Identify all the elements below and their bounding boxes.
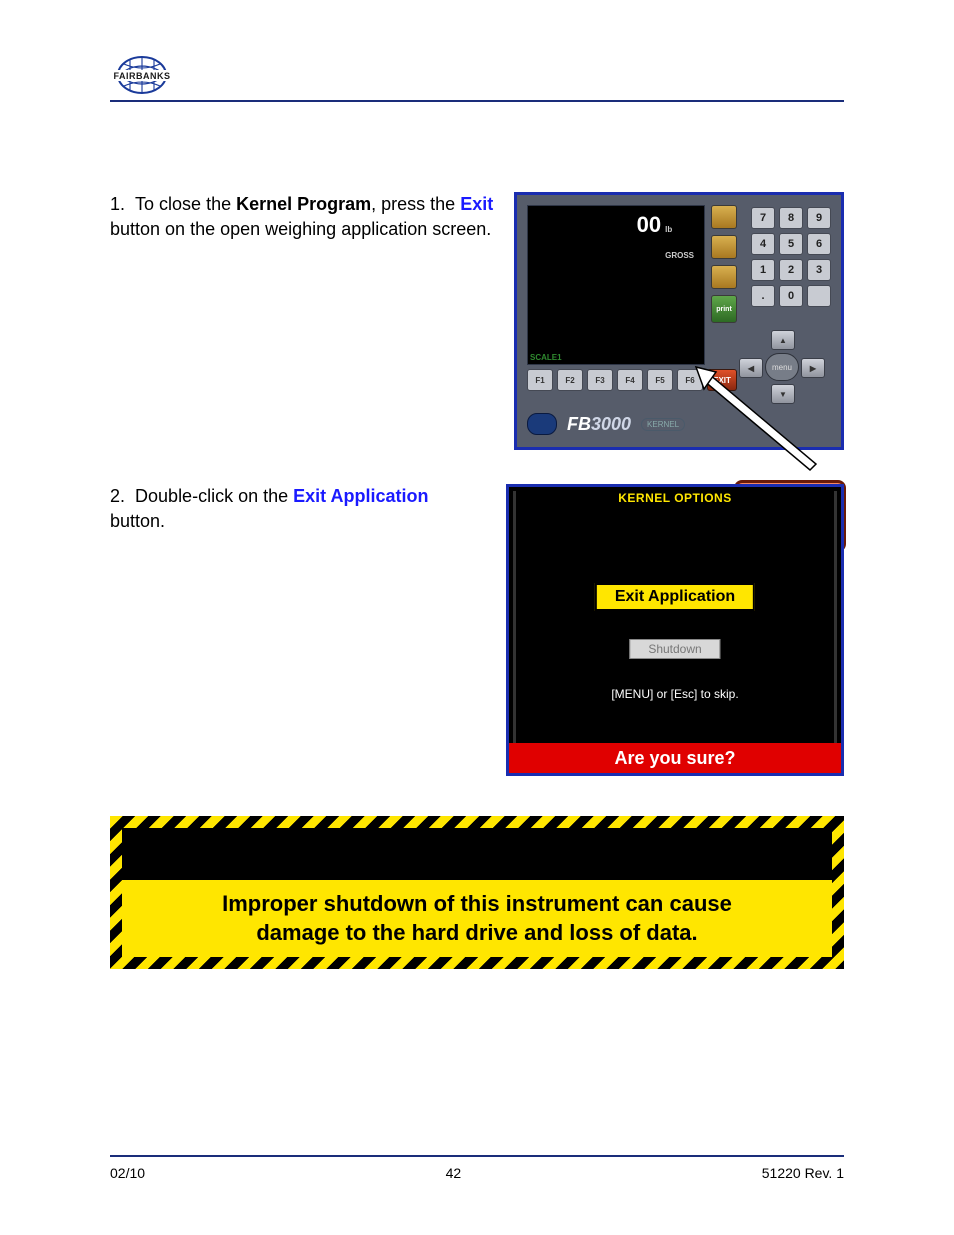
key-2[interactable]: 2: [779, 259, 803, 281]
footer-docref: 51220 Rev. 1: [762, 1165, 844, 1181]
side-button-column: print: [711, 205, 737, 323]
fb3000-screenshot: 00 lb GROSS SCALE1 print 7 8 9 4 5: [514, 192, 844, 450]
manual-page: FAIRBANKS 1. To close the Kernel Program…: [0, 0, 954, 1235]
dpad: ▲ ▼ ◀ ▶ menu: [739, 330, 825, 404]
f1-key[interactable]: F1: [527, 369, 553, 391]
side-button-2[interactable]: [711, 235, 737, 259]
kernel-options-title: KERNEL OPTIONS: [509, 491, 841, 505]
step-2-number: 2.: [110, 486, 125, 506]
step-1-row: 1. To close the Kernel Program, press th…: [110, 192, 844, 450]
scale-label: SCALE1: [530, 353, 562, 362]
shutdown-button[interactable]: Shutdown: [629, 639, 720, 659]
key-6[interactable]: 6: [807, 233, 831, 255]
key-dot[interactable]: .: [751, 285, 775, 307]
step-2-text: 2. Double-click on the Exit Application …: [110, 484, 486, 534]
confirm-bar: Are you sure?: [509, 743, 841, 773]
page-footer: 02/10 42 51220 Rev. 1: [110, 1155, 844, 1181]
brand-badge-icon: [527, 413, 557, 435]
warning-box: Improper shutdown of this instrument can…: [110, 816, 844, 969]
side-button-1[interactable]: [711, 205, 737, 229]
step-1-text: 1. To close the Kernel Program, press th…: [110, 192, 494, 450]
weighing-display: 00 lb GROSS SCALE1: [527, 205, 705, 365]
key-5[interactable]: 5: [779, 233, 803, 255]
f4-key[interactable]: F4: [617, 369, 643, 391]
numeric-keypad: 7 8 9 4 5 6 1 2 3 . 0: [751, 207, 831, 307]
step-2-row: 2. Double-click on the Exit Application …: [110, 484, 844, 776]
f2-key[interactable]: F2: [557, 369, 583, 391]
key-3[interactable]: 3: [807, 259, 831, 281]
key-1[interactable]: 1: [751, 259, 775, 281]
device-brand-row: FB3000 KERNEL: [527, 413, 685, 435]
key-9[interactable]: 9: [807, 207, 831, 229]
footer-page-number: 42: [446, 1165, 462, 1181]
key-4[interactable]: 4: [751, 233, 775, 255]
key-8[interactable]: 8: [779, 207, 803, 229]
weight-readout: 00 lb GROSS: [637, 212, 694, 264]
footer-date: 02/10: [110, 1165, 145, 1181]
key-blank[interactable]: [807, 285, 831, 307]
exit-application-button[interactable]: Exit Application: [595, 583, 755, 611]
exit-application-link: Exit Application: [293, 486, 428, 506]
f3-key[interactable]: F3: [587, 369, 613, 391]
side-button-3[interactable]: [711, 265, 737, 289]
exit-key[interactable]: EXIT: [707, 369, 737, 391]
warning-black-bar: [122, 828, 832, 880]
function-key-row: F1 F2 F3 F4 F5 F6 EXIT: [527, 369, 737, 391]
f5-key[interactable]: F5: [647, 369, 673, 391]
warning-text: Improper shutdown of this instrument can…: [122, 880, 832, 957]
page-header: FAIRBANKS: [110, 40, 844, 102]
key-0[interactable]: 0: [779, 285, 803, 307]
device-model: FB3000: [567, 414, 631, 435]
fairbanks-logo: FAIRBANKS: [110, 52, 174, 98]
exit-highlight: Exit: [460, 194, 493, 214]
key-7[interactable]: 7: [751, 207, 775, 229]
kernel-program-term: Kernel Program: [236, 194, 371, 214]
svg-text:FAIRBANKS: FAIRBANKS: [113, 71, 170, 81]
menu-button[interactable]: menu: [765, 353, 799, 381]
f6-key[interactable]: F6: [677, 369, 703, 391]
kernel-pill: KERNEL: [641, 418, 685, 431]
kernel-options-screenshot: KERNEL OPTIONS Exit Application Shutdown…: [506, 484, 844, 776]
print-button[interactable]: print: [711, 295, 737, 323]
step-1-number: 1.: [110, 194, 125, 214]
skip-hint: [MENU] or [Esc] to skip.: [509, 687, 841, 701]
